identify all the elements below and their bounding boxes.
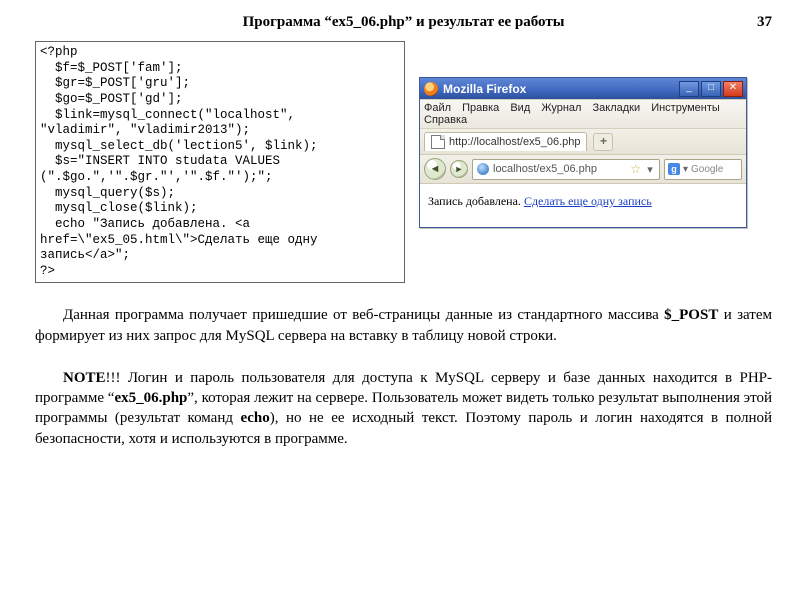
url-text: localhost/ex5_06.php <box>493 163 597 175</box>
p2-bold-filename: ex5_06.php <box>114 390 187 406</box>
menu-file[interactable]: Файл <box>424 102 451 114</box>
page-link[interactable]: Сделать еще одну запись <box>524 194 652 208</box>
back-button[interactable]: ◄ <box>424 158 446 180</box>
minimize-button[interactable]: _ <box>679 81 699 97</box>
menu-tools[interactable]: Инструменты <box>651 102 720 114</box>
firefox-icon <box>424 82 438 96</box>
menu-journal[interactable]: Журнал <box>541 102 581 114</box>
browser-title: Mozilla Firefox <box>443 82 679 96</box>
globe-icon <box>477 163 489 175</box>
p2-bold-note: NOTE <box>63 370 106 386</box>
p2-bold-echo: echo <box>241 410 270 426</box>
forward-button[interactable]: ► <box>450 160 468 178</box>
page-icon <box>431 135 445 149</box>
code-listing: <?php $f=$_POST['fam']; $gr=$_POST['gru'… <box>35 41 405 283</box>
browser-menubar: Файл Правка Вид Журнал Закладки Инструме… <box>420 99 746 129</box>
maximize-button[interactable]: □ <box>701 81 721 97</box>
page-title: Программа “ex5_06.php” и результат ее ра… <box>243 14 565 30</box>
search-placeholder: Google <box>691 164 723 175</box>
bookmark-icon[interactable]: ☆ <box>630 162 641 176</box>
menu-view[interactable]: Вид <box>510 102 530 114</box>
google-icon: g <box>668 163 680 175</box>
menu-edit[interactable]: Правка <box>462 102 499 114</box>
url-dropdown-icon[interactable]: ▾ <box>645 163 655 176</box>
browser-window: Mozilla Firefox _ □ ✕ Файл Правка Вид Жу… <box>419 77 747 228</box>
menu-help[interactable]: Справка <box>424 114 467 126</box>
browser-viewport: Запись добавлена. Сделать еще одну запис… <box>420 184 746 227</box>
paragraph-2: NOTE!!! Логин и пароль пользователя для … <box>35 368 772 449</box>
p1-bold-post: $_POST <box>664 307 718 323</box>
search-box[interactable]: g ▾ Google <box>664 159 742 180</box>
new-tab-button[interactable]: + <box>593 133 613 151</box>
browser-tab[interactable]: http://localhost/ex5_06.php <box>424 132 587 151</box>
paragraph-1: Данная программа получает пришедшие от в… <box>35 305 772 346</box>
close-button[interactable]: ✕ <box>723 81 743 97</box>
menu-bookmarks[interactable]: Закладки <box>593 102 641 114</box>
url-bar[interactable]: localhost/ex5_06.php ☆ ▾ <box>472 159 660 180</box>
p1-prefix: Данная программа получает пришедшие от в… <box>63 307 664 323</box>
browser-titlebar: Mozilla Firefox _ □ ✕ <box>420 78 746 99</box>
page-text: Запись добавлена. <box>428 194 524 208</box>
page-number: 37 <box>757 14 772 31</box>
tab-label: http://localhost/ex5_06.php <box>449 136 580 148</box>
nav-toolbar: ◄ ► localhost/ex5_06.php ☆ ▾ g ▾ Google <box>420 155 746 184</box>
tab-strip: http://localhost/ex5_06.php + <box>420 129 746 155</box>
